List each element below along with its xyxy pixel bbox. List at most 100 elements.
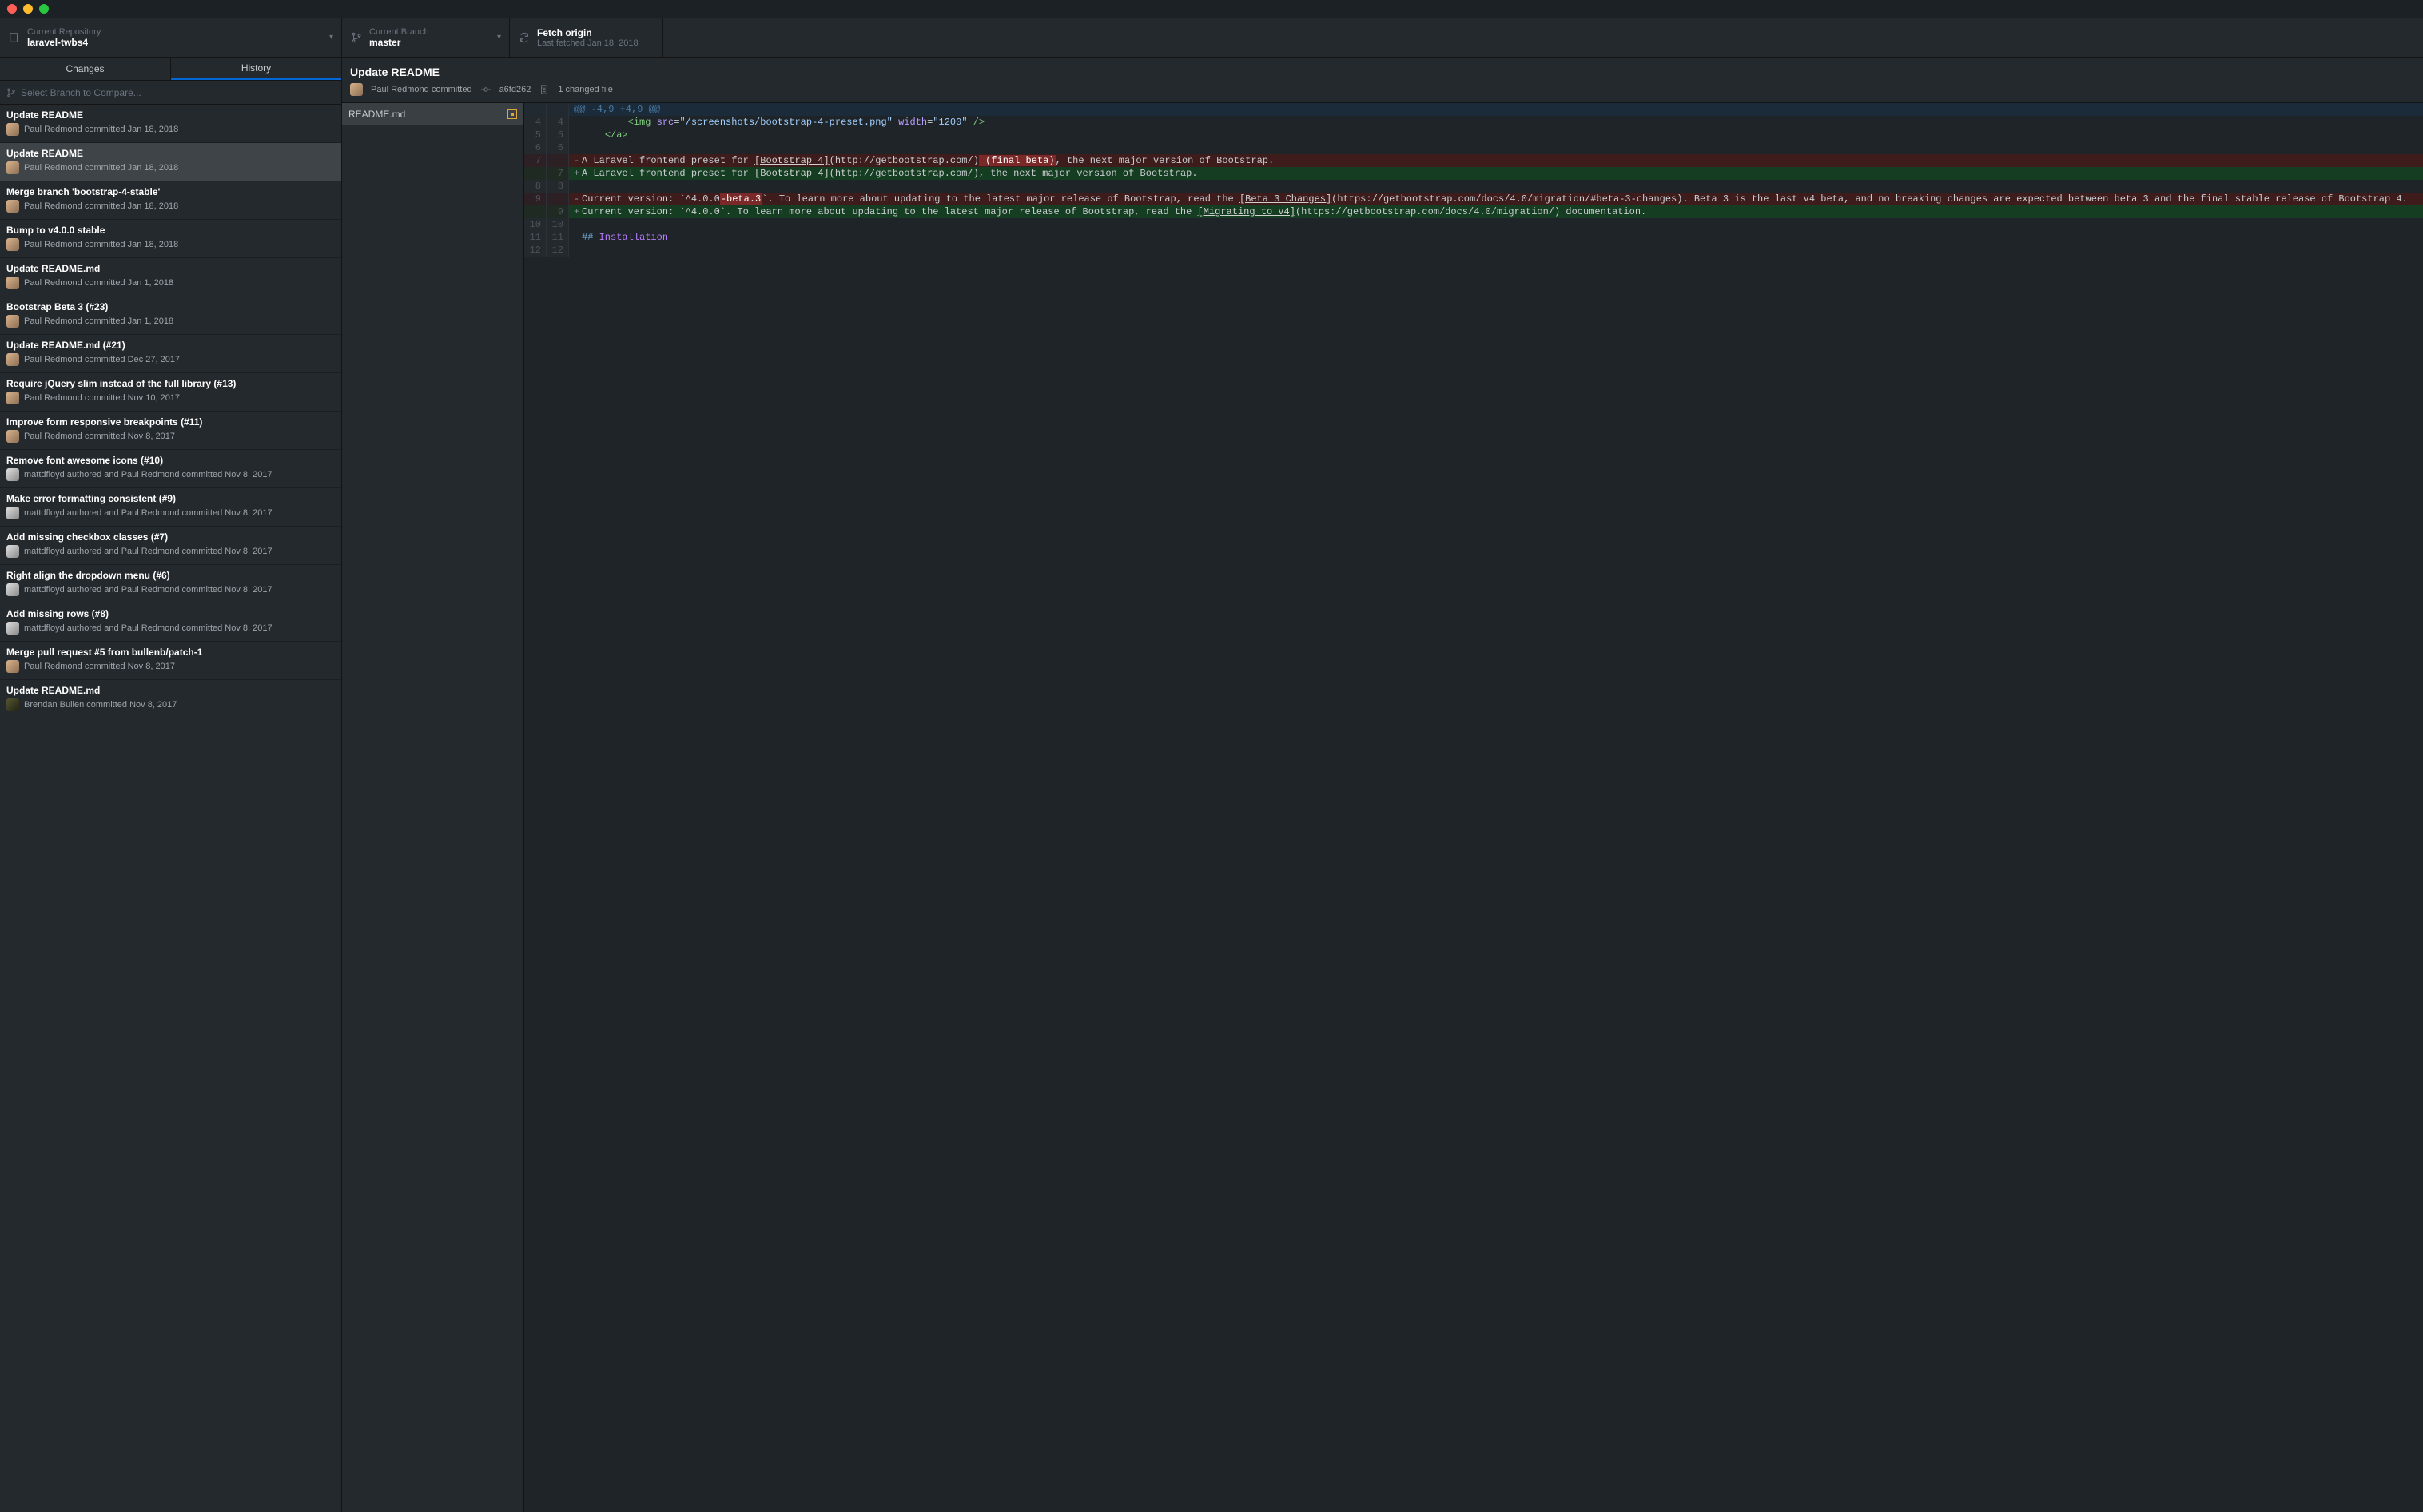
branch-compare-input[interactable]: [21, 87, 335, 98]
branch-dropdown[interactable]: Current Branch master ▾: [342, 18, 510, 57]
commit-item[interactable]: Bootstrap Beta 3 (#23) Paul Redmond commi…: [0, 296, 341, 335]
tab-history[interactable]: History: [171, 58, 341, 80]
commit-item-title: Make error formatting consistent (#9): [6, 493, 335, 504]
avatar: [6, 545, 19, 558]
avatar: [6, 238, 19, 251]
gutter-old: 6: [524, 141, 547, 154]
diff-row: 7+A Laravel frontend preset for [Bootstr…: [524, 167, 2423, 180]
repo-dropdown[interactable]: Current Repository laravel-twbs4 ▾: [0, 18, 342, 57]
gutter-old: [524, 167, 547, 180]
avatar: [6, 161, 19, 174]
commit-item-meta: Paul Redmond committed Jan 1, 2018: [6, 315, 335, 328]
diff-code: +A Laravel frontend preset for [Bootstra…: [569, 167, 2423, 180]
commit-details: Update README Paul Redmond committed a6f…: [342, 58, 2423, 1512]
gutter-old: 9: [524, 193, 547, 205]
commit-item[interactable]: Add missing checkbox classes (#7) mattdfl…: [0, 527, 341, 565]
diff-row: 66: [524, 141, 2423, 154]
diff-row: 1212: [524, 244, 2423, 257]
branch-text: Current Branch master: [369, 27, 491, 48]
commit-item-title: Add missing checkbox classes (#7): [6, 531, 335, 543]
commit-item-title: Improve form responsive breakpoints (#11…: [6, 416, 335, 428]
commit-item[interactable]: Remove font awesome icons (#10)mattdfloy…: [0, 450, 341, 488]
diff-code: -A Laravel frontend preset for [Bootstra…: [569, 154, 2423, 167]
gutter-new: 10: [547, 218, 569, 231]
avatar: [6, 353, 19, 366]
commit-item-meta: Paul Redmond committed Nov 8, 2017: [6, 660, 335, 673]
commit-item[interactable]: Make error formatting consistent (#9) mat…: [0, 488, 341, 527]
sidebar: Changes History Update READMEPaul Redmon…: [0, 58, 342, 1512]
diff-row: 1010: [524, 218, 2423, 231]
file-diff-icon: [539, 84, 550, 95]
diff-code: </a>: [569, 129, 2423, 141]
changed-files: 1 changed file: [558, 85, 613, 94]
main: Changes History Update READMEPaul Redmon…: [0, 58, 2423, 1512]
commit-item-meta-text: mattdfloyd authored and Paul Redmond com…: [24, 623, 273, 633]
toolbar: Current Repository laravel-twbs4 ▾ Curre…: [0, 18, 2423, 58]
commit-item[interactable]: Merge branch 'bootstrap-4-stable' Paul Re…: [0, 181, 341, 220]
commit-item-title: Merge branch 'bootstrap-4-stable': [6, 186, 335, 197]
diff-view[interactable]: @@ -4,9 +4,9 @@44 <img src="/screenshots…: [524, 103, 2423, 1512]
commit-item-title: Update README.md (#21): [6, 340, 335, 351]
chevron-down-icon: ▾: [329, 33, 333, 42]
commit-item[interactable]: Update README.mdBrendan Bullen committed…: [0, 680, 341, 718]
gutter-new: 9: [547, 205, 569, 218]
commit-item-meta: mattdfloyd authored and Paul Redmond com…: [6, 545, 335, 558]
window-maximize-button[interactable]: [39, 4, 49, 14]
sidebar-tabs: Changes History: [0, 58, 341, 81]
fetch-button[interactable]: Fetch origin Last fetched Jan 18, 2018: [510, 18, 663, 57]
commit-item[interactable]: Merge pull request #5 from bullenb/patch…: [0, 642, 341, 680]
commit-author: Paul Redmond committed: [371, 85, 472, 94]
repo-value: laravel-twbs4: [27, 37, 323, 48]
commit-item-meta-text: Paul Redmond committed Jan 18, 2018: [24, 240, 178, 249]
commit-item-meta-text: Paul Redmond committed Nov 10, 2017: [24, 393, 180, 403]
commit-item-meta: Brendan Bullen committed Nov 8, 2017: [6, 698, 335, 711]
gutter-old: 11: [524, 231, 547, 244]
commit-item[interactable]: Require jQuery slim instead of the full …: [0, 373, 341, 412]
gutter-old: 10: [524, 218, 547, 231]
commit-item-title: Update README.md: [6, 263, 335, 274]
commit-item-meta-text: Paul Redmond committed Jan 18, 2018: [24, 125, 178, 134]
tab-changes[interactable]: Changes: [0, 58, 171, 80]
commit-item-meta: mattdfloyd authored and Paul Redmond com…: [6, 507, 335, 519]
branch-label: Current Branch: [369, 27, 491, 37]
commit-item[interactable]: Add missing rows (#8)mattdfloyd authored…: [0, 603, 341, 642]
commit-item-meta-text: mattdfloyd authored and Paul Redmond com…: [24, 585, 273, 595]
commit-item-meta-text: Paul Redmond committed Jan 18, 2018: [24, 201, 178, 211]
git-branch-icon: [6, 88, 16, 97]
file-list: README.md: [342, 103, 524, 1512]
commit-item[interactable]: Update README.md (#21)Paul Redmond commi…: [0, 335, 341, 373]
gutter-new: 11: [547, 231, 569, 244]
avatar: [6, 200, 19, 213]
commit-item[interactable]: Update READMEPaul Redmond committed Jan …: [0, 143, 341, 181]
commit-item-title: Merge pull request #5 from bullenb/patch…: [6, 647, 335, 658]
window-close-button[interactable]: [7, 4, 17, 14]
commit-item-meta: mattdfloyd authored and Paul Redmond com…: [6, 583, 335, 596]
window-minimize-button[interactable]: [23, 4, 33, 14]
commit-item[interactable]: Update README.md Paul Redmond committed J…: [0, 258, 341, 296]
commit-item-meta-text: Paul Redmond committed Nov 8, 2017: [24, 432, 175, 441]
commit-item-title: Require jQuery slim instead of the full …: [6, 378, 335, 389]
avatar: [6, 315, 19, 328]
branch-compare[interactable]: [0, 81, 341, 105]
avatar: [6, 622, 19, 635]
commit-item-meta-text: mattdfloyd authored and Paul Redmond com…: [24, 508, 273, 518]
diff-row: 9+Current version: `^4.0.0`. To learn mo…: [524, 205, 2423, 218]
sync-icon: [518, 31, 531, 44]
commit-item[interactable]: Right align the dropdown menu (#6)mattdf…: [0, 565, 341, 603]
commit-item[interactable]: Update READMEPaul Redmond committed Jan …: [0, 105, 341, 143]
commit-item[interactable]: Improve form responsive breakpoints (#11…: [0, 412, 341, 450]
commit-item-meta-text: Paul Redmond committed Jan 1, 2018: [24, 316, 173, 326]
commit-item-title: Bootstrap Beta 3 (#23): [6, 301, 335, 312]
avatar: [6, 468, 19, 481]
commit-item-meta-text: Paul Redmond committed Jan 1, 2018: [24, 278, 173, 288]
modified-icon: [507, 109, 517, 119]
commit-item-meta: Paul Redmond committed Nov 8, 2017: [6, 430, 335, 443]
commit-item-meta: Paul Redmond committed Jan 18, 2018: [6, 200, 335, 213]
commit-list[interactable]: Update READMEPaul Redmond committed Jan …: [0, 105, 341, 1512]
titlebar: [0, 0, 2423, 18]
diff-row: 88: [524, 180, 2423, 193]
commit-item-meta-text: Paul Redmond committed Jan 18, 2018: [24, 163, 178, 173]
file-item[interactable]: README.md: [342, 103, 523, 125]
commit-header: Update README Paul Redmond committed a6f…: [342, 58, 2423, 103]
commit-item[interactable]: Bump to v4.0.0 stablePaul Redmond commit…: [0, 220, 341, 258]
